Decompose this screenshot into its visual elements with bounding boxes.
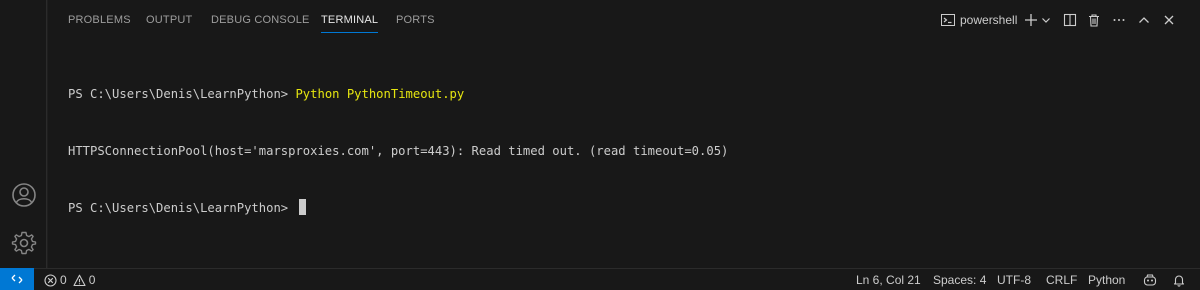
terminal-toolbar: powershell: [940, 8, 1200, 32]
warning-icon: [73, 274, 86, 287]
tab-output[interactable]: OUTPUT: [146, 14, 192, 26]
end-of-line[interactable]: CRLF: [1046, 272, 1077, 288]
status-bar: 0 0 Ln 6, Col 21 Spaces: 4 UTF-8 CRLF Py…: [0, 268, 1200, 290]
error-icon: [44, 273, 57, 287]
tab-problems[interactable]: PROBLEMS: [68, 14, 131, 26]
terminal-line: PS C:\Users\Denis\LearnPython> Python Py…: [68, 85, 1190, 104]
terminal-prompt: PS C:\Users\Denis\LearnPython>: [68, 87, 296, 101]
activity-bar: [0, 0, 47, 268]
terminal-output[interactable]: PS C:\Users\Denis\LearnPython> Python Py…: [68, 47, 1190, 256]
terminal-command: Python PythonTimeout.py: [295, 87, 465, 101]
tab-terminal[interactable]: TERMINAL: [321, 14, 379, 33]
tab-ports[interactable]: PORTS: [396, 14, 435, 26]
encoding[interactable]: UTF-8: [997, 272, 1031, 288]
language-mode[interactable]: Python: [1088, 272, 1125, 288]
gear-icon[interactable]: [11, 230, 37, 256]
remote-icon[interactable]: [0, 268, 34, 290]
terminal-line: PS C:\Users\Denis\LearnPython>: [68, 199, 1190, 218]
terminal-panel: PROBLEMS OUTPUT DEBUG CONSOLE TERMINAL P…: [48, 0, 1200, 268]
copilot-icon[interactable]: [1143, 272, 1157, 288]
account-icon[interactable]: [11, 182, 37, 208]
cursor-position[interactable]: Ln 6, Col 21: [856, 272, 921, 288]
close-icon[interactable]: [1160, 8, 1178, 32]
indentation[interactable]: Spaces: 4: [933, 272, 986, 288]
terminal-prompt: PS C:\Users\Denis\LearnPython>: [68, 201, 296, 215]
split-icon[interactable]: [1061, 8, 1079, 32]
plus-icon[interactable]: [1023, 8, 1039, 32]
shell-name: powershell: [960, 13, 1018, 27]
chevron-up-icon[interactable]: [1135, 8, 1153, 32]
shell-selector[interactable]: powershell: [940, 8, 1020, 32]
tab-debug-console[interactable]: DEBUG CONSOLE: [211, 14, 310, 26]
terminal-line: HTTPSConnectionPool(host='marsproxies.co…: [68, 142, 1190, 161]
ellipsis-icon[interactable]: [1110, 8, 1128, 32]
problems-status[interactable]: 0 0: [44, 272, 95, 288]
terminal-output-text: HTTPSConnectionPool(host='marsproxies.co…: [68, 144, 729, 158]
terminal-cursor: [299, 199, 307, 215]
bell-icon[interactable]: [1172, 272, 1186, 288]
trash-icon[interactable]: [1085, 8, 1103, 32]
chevron-down-icon[interactable]: [1040, 8, 1052, 32]
terminal-icon: [940, 12, 956, 28]
warning-count: 0: [88, 273, 96, 287]
error-count: 0: [60, 273, 67, 287]
